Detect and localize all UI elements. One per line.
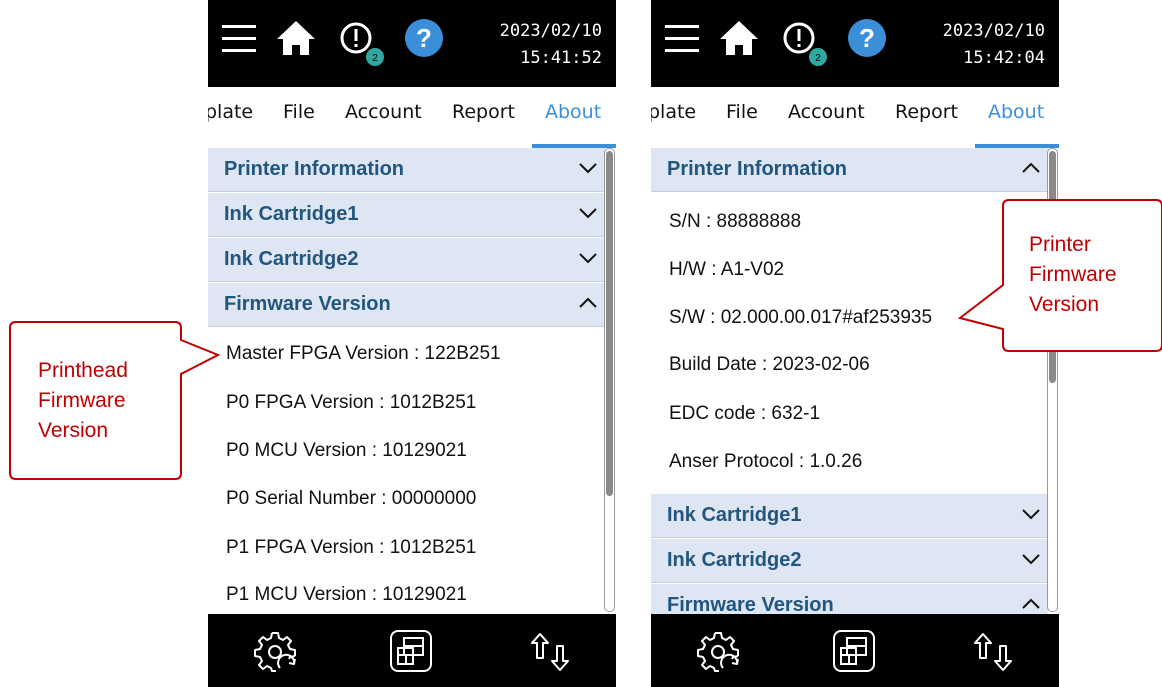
printer-callout: Printer Firmware Version: [1029, 230, 1117, 320]
callout-line: Printer: [1029, 233, 1091, 256]
callout-shapes: [9, 199, 1162, 480]
callout-line: Version: [38, 419, 109, 442]
callout-line: Firmware: [38, 389, 126, 412]
callout-line: Version: [1029, 293, 1100, 316]
printhead-callout: Printhead Firmware Version: [38, 356, 128, 446]
callout-line: Firmware: [1029, 263, 1117, 286]
callout-line: Printhead: [38, 359, 128, 382]
